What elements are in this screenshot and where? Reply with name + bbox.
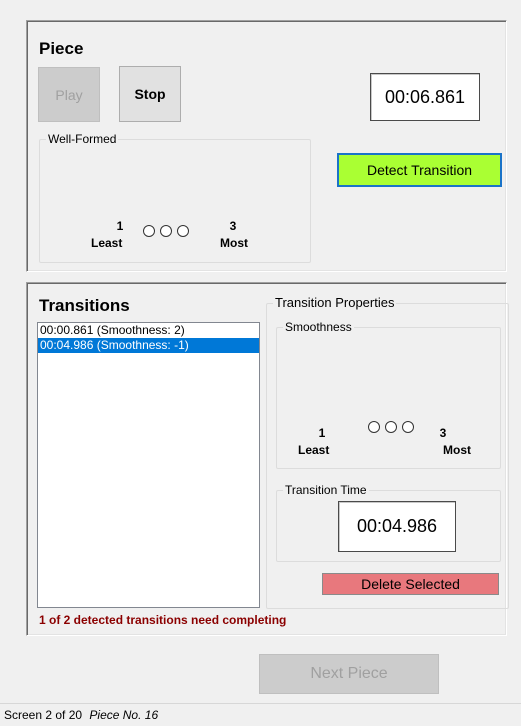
transitions-title: Transitions: [39, 296, 130, 315]
transition-time-label: Transition Time: [283, 483, 369, 497]
warning-text: 1 of 2 detected transitions need complet…: [39, 613, 287, 627]
smoothness-most-number: 3: [439, 426, 447, 440]
transition-time-display: 00:04.986: [338, 501, 456, 552]
wellformed-most-label: Most: [220, 236, 248, 250]
next-piece-button[interactable]: Next Piece: [259, 654, 439, 694]
smoothness-label: Smoothness: [283, 320, 354, 334]
list-item[interactable]: 00:00.861 (Smoothness: 2): [38, 323, 259, 338]
transitions-list[interactable]: 00:00.861 (Smoothness: 2) 00:04.986 (Smo…: [37, 322, 260, 608]
wellformed-most-number: 3: [229, 219, 237, 233]
piece-title: Piece: [39, 39, 84, 58]
wellformed-option-2[interactable]: [160, 225, 172, 237]
stop-button[interactable]: Stop: [119, 66, 181, 122]
status-bar: Screen 2 of 20 Piece No. 16: [0, 703, 521, 726]
status-screen: Screen 2 of 20: [4, 708, 83, 722]
smoothness-option-3[interactable]: [402, 421, 414, 433]
detect-transition-button[interactable]: Detect Transition: [337, 153, 502, 187]
delete-selected-button[interactable]: Delete Selected: [322, 573, 499, 595]
wellformed-option-3[interactable]: [177, 225, 189, 237]
play-button[interactable]: Play: [38, 67, 100, 122]
smoothness-least-number: 1: [318, 426, 326, 440]
smoothness-least-label: Least: [298, 443, 330, 457]
smoothness-option-2[interactable]: [385, 421, 397, 433]
smoothness-most-label: Most: [443, 443, 471, 457]
list-item-selected[interactable]: 00:04.986 (Smoothness: -1): [38, 338, 259, 353]
piece-time-display: 00:06.861: [370, 73, 480, 121]
status-piece: Piece No. 16: [89, 708, 159, 722]
wellformed-label: Well-Formed: [46, 132, 119, 146]
transition-properties-label: Transition Properties: [273, 295, 397, 310]
wellformed-group: Well-Formed: [39, 132, 311, 263]
smoothness-option-1[interactable]: [368, 421, 380, 433]
wellformed-option-1[interactable]: [143, 225, 155, 237]
wellformed-least-label: Least: [91, 236, 123, 250]
wellformed-least-number: 1: [116, 219, 124, 233]
